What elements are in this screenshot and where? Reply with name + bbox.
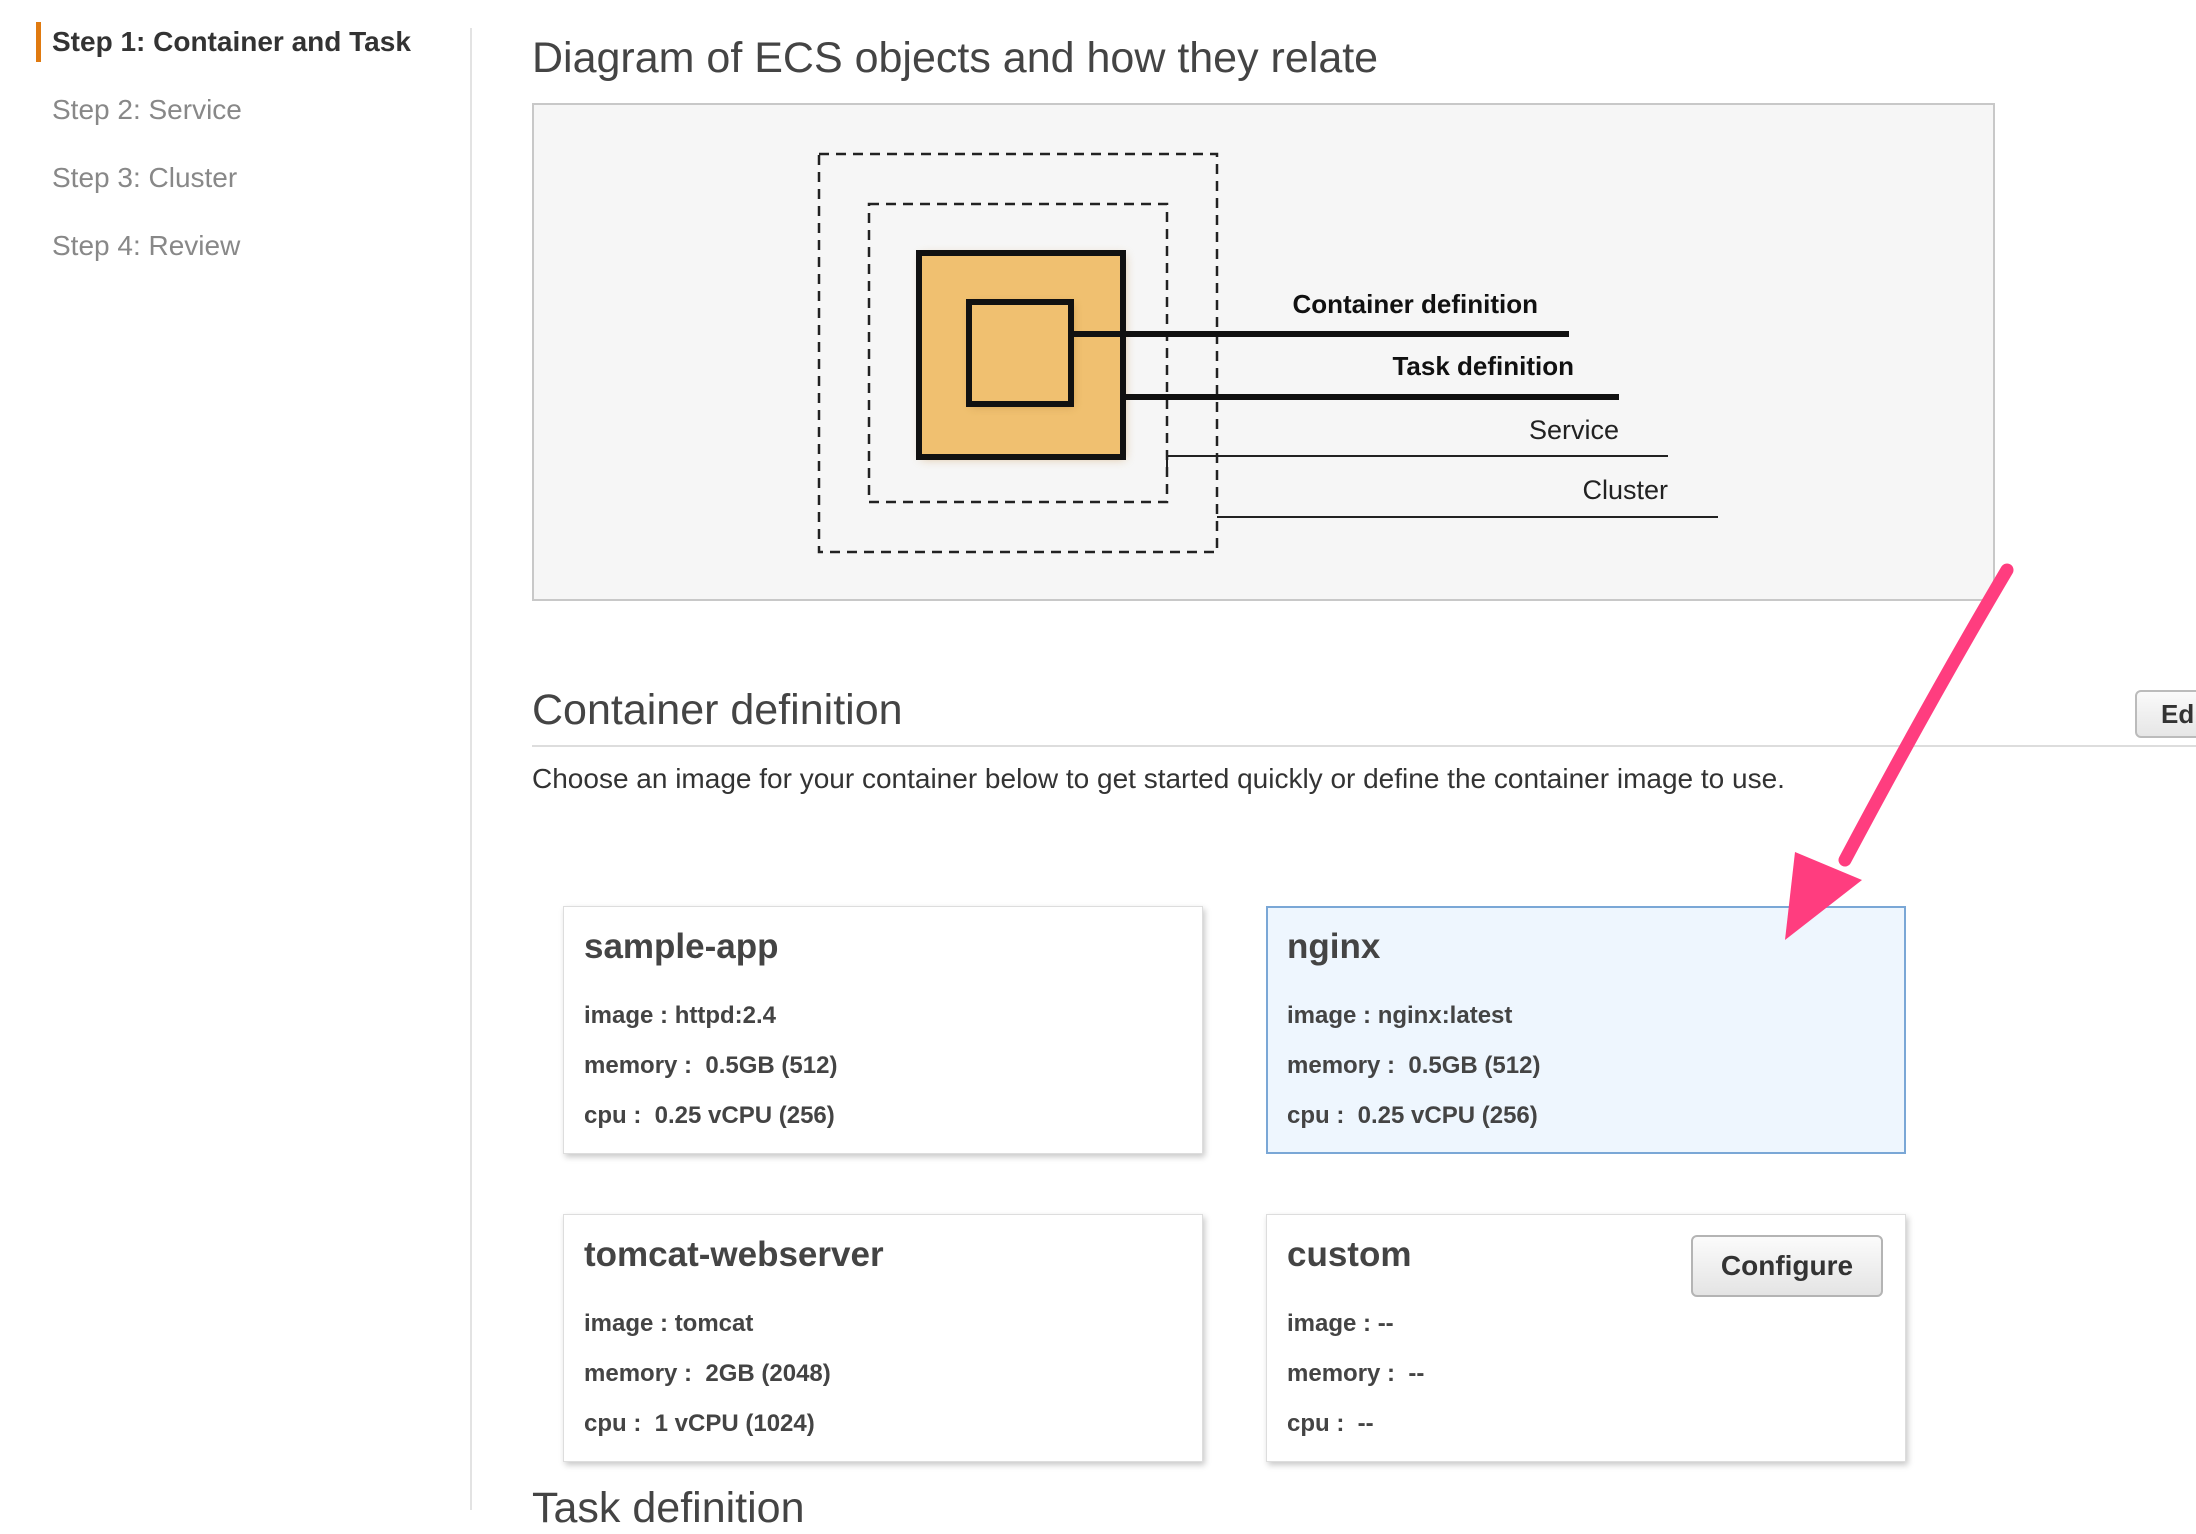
- card-image: image : --: [1287, 1310, 1394, 1337]
- active-step-indicator: [36, 22, 41, 62]
- step-review[interactable]: Step 4: Review: [52, 228, 240, 264]
- step-cluster[interactable]: Step 3: Cluster: [52, 160, 237, 196]
- card-cpu: cpu : 0.25 vCPU (256): [1287, 1102, 1538, 1129]
- container-definition-label: Container definition: [1292, 289, 1538, 319]
- card-memory: memory : --: [1287, 1360, 1425, 1387]
- container-definition-box: [966, 299, 1074, 407]
- task-definition-heading: Task definition: [532, 1484, 805, 1532]
- wizard-sidebar: Step 1: Container and Task Step 2: Servi…: [0, 0, 470, 1510]
- step-service[interactable]: Step 2: Service: [52, 92, 242, 128]
- card-memory: memory : 2GB (2048): [584, 1360, 831, 1387]
- card-image: image : nginx:latest: [1287, 1002, 1513, 1029]
- task-definition-label: Task definition: [1392, 351, 1574, 381]
- arrow-shaft: [1838, 563, 2014, 867]
- card-cpu: cpu : 1 vCPU (1024): [584, 1410, 815, 1437]
- service-line: [1166, 455, 1668, 457]
- cluster-label: Cluster: [1582, 475, 1668, 505]
- step-container-and-task[interactable]: Step 1: Container and Task: [52, 24, 411, 60]
- container-definition-description: Choose an image for your container below…: [532, 763, 1785, 794]
- edit-button[interactable]: Edit: [2135, 690, 2196, 738]
- card-title: nginx: [1287, 927, 1381, 966]
- image-card-tomcat-webserver[interactable]: tomcat-webserver image : tomcat memory :…: [563, 1214, 1203, 1462]
- diagram-title: Diagram of ECS objects and how they rela…: [532, 34, 1379, 82]
- image-card-nginx[interactable]: nginx image : nginx:latest memory : 0.5G…: [1266, 906, 1906, 1154]
- card-image: image : tomcat: [584, 1310, 754, 1337]
- ecs-diagram: Container definition Task definition Ser…: [532, 103, 1995, 601]
- ecs-diagram-svg: Container definition Task definition Ser…: [817, 152, 1718, 554]
- service-label: Service: [1529, 415, 1619, 445]
- configure-button[interactable]: Configure: [1691, 1235, 1883, 1297]
- image-card-custom[interactable]: custom Configure image : -- memory : -- …: [1266, 1214, 1906, 1462]
- image-card-sample-app[interactable]: sample-app image : httpd:2.4 memory : 0.…: [563, 906, 1203, 1154]
- card-title: tomcat-webserver: [584, 1235, 884, 1274]
- card-title: sample-app: [584, 927, 779, 966]
- sidebar-divider: [470, 28, 472, 1510]
- card-memory: memory : 0.5GB (512): [584, 1052, 838, 1079]
- container-definition-heading: Container definition: [532, 686, 903, 734]
- section-divider: [532, 745, 2196, 747]
- card-image: image : httpd:2.4: [584, 1002, 777, 1029]
- card-cpu: cpu : --: [1287, 1410, 1374, 1437]
- card-memory: memory : 0.5GB (512): [1287, 1052, 1541, 1079]
- card-cpu: cpu : 0.25 vCPU (256): [584, 1102, 835, 1129]
- card-title: custom: [1287, 1235, 1412, 1274]
